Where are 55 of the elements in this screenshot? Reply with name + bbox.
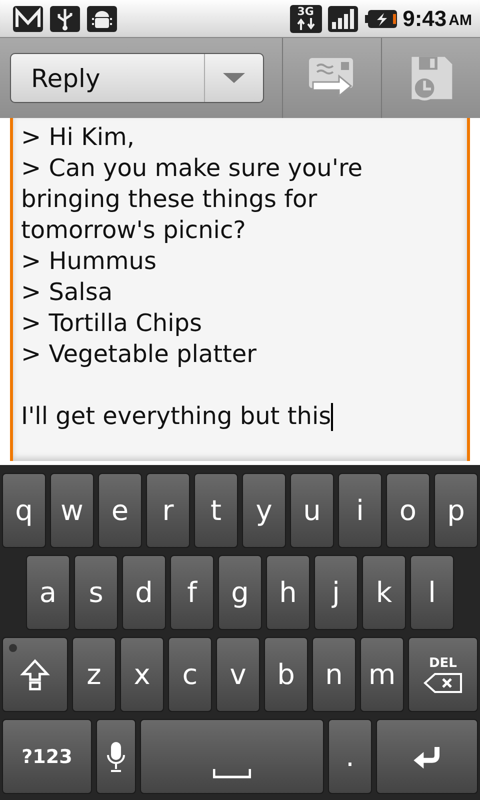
reply-text: I'll get everything but this [21, 401, 334, 432]
network-indicator: 3G [290, 4, 322, 32]
quoted-line: > Can you make sure you're bringing these things for tomorrow's picnic? [21, 153, 364, 246]
microphone-key[interactable] [96, 719, 136, 794]
letter-key[interactable]: q [2, 473, 46, 548]
letter-key[interactable]: k [362, 555, 406, 630]
letter-key[interactable]: l [410, 555, 454, 630]
letter-key[interactable]: f [170, 555, 214, 630]
battery-icon [364, 8, 398, 30]
message-body-field[interactable]: > Hi Kim, > Can you make sure you're bringing these things for tomorrow's picnic? > Hummus > Salsa > Tortilla Chips > Vegetable platter I'll get everything but this [10, 118, 470, 461]
letter-key[interactable]: d [122, 555, 166, 630]
data-arrows-icon [296, 18, 316, 30]
letter-key[interactable]: h [266, 555, 310, 630]
letter-key[interactable]: t [194, 473, 238, 548]
letter-key[interactable]: g [218, 555, 262, 630]
clock-ampm: AM [448, 11, 472, 29]
android-icon [86, 4, 118, 32]
letter-key[interactable]: o [386, 473, 430, 548]
letter-key[interactable]: e [98, 473, 142, 548]
letter-key[interactable]: r [146, 473, 190, 548]
letter-key[interactable]: n [312, 637, 356, 712]
letter-key[interactable]: . [328, 719, 372, 794]
letter-key[interactable]: v [216, 637, 260, 712]
letter-key[interactable]: x [120, 637, 164, 712]
letter-key[interactable]: b [264, 637, 308, 712]
shift-key[interactable] [2, 637, 68, 712]
enter-key[interactable] [376, 719, 478, 794]
quoted-line: > Salsa [21, 277, 114, 308]
quoted-line: > Hi Kim, [21, 122, 136, 153]
letter-key[interactable]: y [242, 473, 286, 548]
backspace-icon [423, 673, 463, 693]
mail-icon [12, 4, 44, 32]
quoted-line: > Vegetable platter [21, 339, 258, 370]
symbols-key[interactable]: ?123 [2, 719, 92, 794]
letter-key[interactable]: u [290, 473, 334, 548]
quoted-line: > Hummus [21, 246, 158, 277]
caret-icon [223, 73, 245, 83]
space-bar-icon [213, 769, 251, 779]
shift-lock-light [9, 644, 17, 652]
letter-key[interactable]: z [72, 637, 116, 712]
letter-key[interactable]: i [338, 473, 382, 548]
letter-key[interactable]: p [434, 473, 478, 548]
letter-key[interactable]: c [168, 637, 212, 712]
quoted-line: > Tortilla Chips [21, 308, 203, 339]
letter-key[interactable]: m [360, 637, 404, 712]
shift-icon [20, 658, 50, 690]
letter-key[interactable]: j [314, 555, 358, 630]
letter-key[interactable]: a [26, 555, 70, 630]
signal-icon [326, 4, 359, 32]
delete-key[interactable]: DEL [408, 637, 478, 712]
reply-mode-dropdown[interactable]: Reply [10, 53, 264, 103]
letter-key[interactable]: s [74, 555, 118, 630]
clock-time: 9:43 [402, 6, 447, 32]
letter-key[interactable]: w [50, 473, 94, 548]
usb-icon [49, 4, 81, 32]
